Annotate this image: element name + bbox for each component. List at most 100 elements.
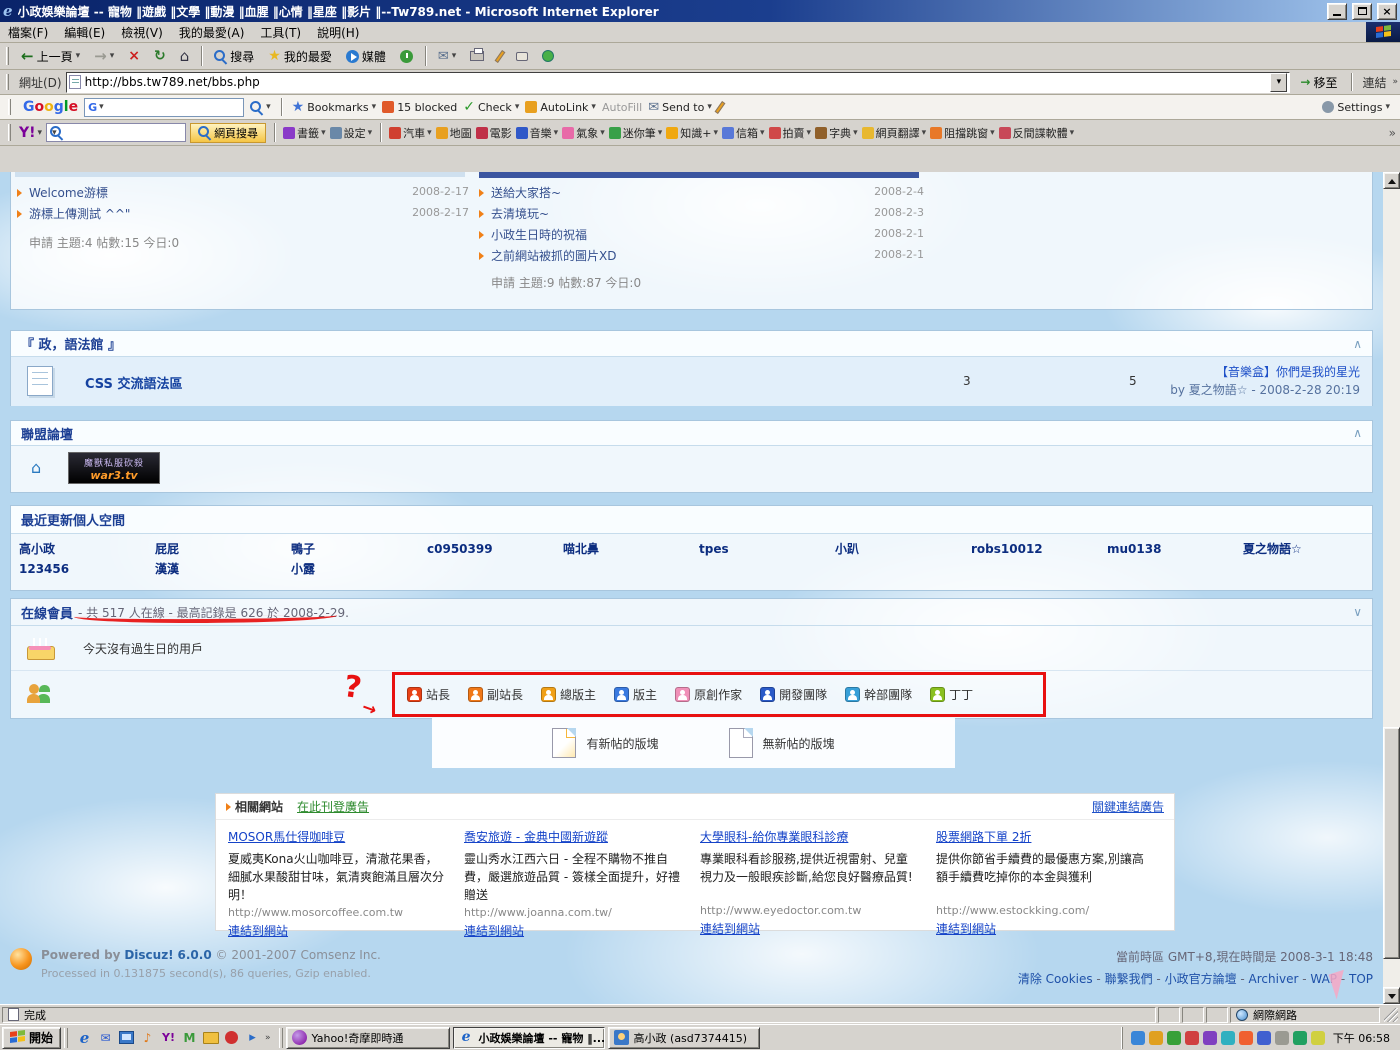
yahoo-item-notepad[interactable]: 迷你筆▾	[609, 125, 663, 141]
task-button-yahoo-messenger[interactable]: Yahoo!奇摩即時通	[286, 1027, 450, 1049]
quicklaunch-media-player-icon[interactable]: ♪	[139, 1029, 156, 1046]
address-dropdown-button[interactable]: ▾	[1270, 73, 1287, 92]
forward-button[interactable]: → ▾	[88, 46, 120, 67]
links-chevron-icon[interactable]: »	[1392, 77, 1398, 87]
member-link[interactable]: 小趴	[835, 539, 963, 559]
yahoo-item-mail[interactable]: 信箱▾	[722, 125, 765, 141]
google-settings-button[interactable]: Settings▾	[1322, 101, 1390, 114]
discuz-link[interactable]: Discuz!	[124, 948, 173, 962]
tray-icon[interactable]	[1311, 1031, 1325, 1045]
quicklaunch-mail-icon[interactable]: ✉	[97, 1029, 114, 1046]
ad-title-link[interactable]: 股票網路下單 2折	[936, 828, 1152, 845]
google-bookmarks-button[interactable]: ★Bookmarks▾	[292, 100, 377, 114]
archiver-link[interactable]: Archiver	[1249, 972, 1299, 986]
forward-dropdown-icon[interactable]: ▾	[110, 51, 115, 61]
ad-title-link[interactable]: 大學眼科-給你專業眼科診療	[700, 828, 916, 845]
minimize-button[interactable]	[1327, 3, 1347, 20]
history-button[interactable]	[394, 47, 419, 66]
member-link[interactable]: 123456	[19, 559, 147, 579]
quicklaunch-folder-icon[interactable]	[202, 1029, 219, 1046]
back-dropdown-icon[interactable]: ▾	[76, 51, 81, 61]
yahoo-item-knowledge[interactable]: 知識+▾	[666, 125, 718, 141]
scrollbar-thumb[interactable]	[1383, 727, 1400, 959]
menu-favorites[interactable]: 我的最愛(A)	[171, 22, 253, 43]
ad-visit-link[interactable]: 連結到網站	[700, 922, 760, 936]
yahoo-item-auctions[interactable]: 拍賣▾	[769, 125, 812, 141]
ad-title-link[interactable]: 喬安旅遊 - 金典中國新遊蹤	[464, 828, 680, 845]
yahoo-item-autos[interactable]: 汽車▾	[389, 125, 432, 141]
member-link[interactable]: robs10012	[971, 539, 1099, 559]
member-link[interactable]: 漢漢	[155, 559, 283, 579]
home-button[interactable]: ⌂	[174, 46, 196, 67]
tray-icon[interactable]	[1203, 1031, 1217, 1045]
google-popup-blocker-button[interactable]: 15 blocked	[382, 101, 457, 114]
go-button[interactable]: → 移至	[1294, 73, 1343, 92]
toolbar-grip[interactable]	[6, 74, 9, 91]
tray-icon[interactable]	[1167, 1031, 1181, 1045]
toolbar-grip[interactable]	[6, 47, 9, 65]
tray-icon[interactable]	[1275, 1031, 1289, 1045]
vertical-scrollbar[interactable]	[1383, 172, 1400, 1004]
tray-icon[interactable]	[1185, 1031, 1199, 1045]
quicklaunch-ie-icon[interactable]: e	[76, 1029, 93, 1046]
contact-link[interactable]: 聯繫我們	[1105, 972, 1153, 986]
thread-link[interactable]: 去清境玩~	[491, 207, 549, 221]
google-search-dropdown-icon[interactable]: ▾	[99, 102, 104, 112]
media-button[interactable]: 媒體	[340, 45, 392, 68]
google-spellcheck-button[interactable]: ✓Check▾	[463, 100, 519, 114]
member-link[interactable]: 夏之物語☆	[1243, 539, 1371, 559]
mail-button[interactable]: ✉ ▾	[432, 47, 462, 66]
yahoo-item-dictionary[interactable]: 字典▾	[815, 125, 858, 141]
address-input[interactable]: http://bbs.tw789.net/bbs.php ▾	[66, 72, 1291, 93]
tray-icon[interactable]	[1239, 1031, 1253, 1045]
collapse-icon[interactable]: ∧	[1353, 337, 1362, 351]
post-ad-link[interactable]: 在此刊登廣告	[297, 798, 369, 815]
thread-link[interactable]: 送給大家搭~	[491, 186, 561, 200]
edit-button[interactable]	[492, 47, 508, 66]
back-button[interactable]: ← 上一頁 ▾	[15, 45, 86, 68]
yahoo-logo[interactable]: Y!▾	[19, 125, 42, 141]
start-button[interactable]: 開始	[2, 1027, 61, 1049]
alliance-banner[interactable]: 魔獸私服砍殺 war3.tv	[68, 452, 160, 484]
google-search-input[interactable]	[106, 101, 248, 113]
quicklaunch-show-desktop-icon[interactable]	[118, 1029, 135, 1046]
yahoo-search-input[interactable]	[59, 127, 201, 139]
refresh-button[interactable]: ↻	[148, 46, 172, 66]
resize-grip[interactable]	[1384, 1008, 1398, 1022]
member-link[interactable]: 鴨子	[291, 539, 419, 559]
discuss-button[interactable]	[510, 49, 534, 64]
menu-help[interactable]: 說明(H)	[309, 22, 367, 43]
maximize-button[interactable]	[1352, 3, 1372, 20]
keyword-ads-link[interactable]: 關鍵連結廣告	[1092, 798, 1164, 815]
mail-dropdown-icon[interactable]: ▾	[452, 51, 457, 61]
thread-link[interactable]: 小政生日時的祝福	[491, 228, 587, 242]
scroll-up-button[interactable]	[1383, 172, 1400, 189]
member-link[interactable]: mu0138	[1107, 539, 1235, 559]
yahoo-item-antispyware[interactable]: 反間諜軟體▾	[999, 125, 1075, 141]
google-search-go-button[interactable]: ▾	[250, 101, 271, 114]
tray-icon[interactable]	[1131, 1031, 1145, 1045]
quicklaunch-msn-icon[interactable]: M	[181, 1029, 198, 1046]
tray-icon[interactable]	[1257, 1031, 1271, 1045]
yahoo-web-search-button[interactable]: 網頁搜尋	[190, 123, 266, 143]
yahoo-search-box[interactable]: ▾	[46, 123, 186, 142]
google-sendto-button[interactable]: ✉Send to▾	[648, 101, 712, 114]
close-button[interactable]: ×	[1377, 3, 1397, 20]
tray-icon[interactable]	[1149, 1031, 1163, 1045]
stop-button[interactable]: ×	[122, 46, 146, 66]
last-post-link[interactable]: 【音樂盒】你們是我的星光	[1216, 365, 1360, 379]
toolbar-overflow-chevron[interactable]: »	[1389, 126, 1396, 140]
member-link[interactable]: 高小政	[19, 539, 147, 559]
yahoo-item-popup-blocker[interactable]: 阻擋跳窗▾	[930, 125, 995, 141]
last-post-by[interactable]: by 夏之物語☆ - 2008-2-28 20:19	[1170, 381, 1360, 399]
member-link[interactable]: 喵北鼻	[563, 539, 691, 559]
thread-link[interactable]: Welcome游標	[29, 186, 108, 200]
menu-file[interactable]: 檔案(F)	[0, 22, 56, 43]
yahoo-item-weather[interactable]: 氣象▾	[562, 125, 605, 141]
print-button[interactable]	[464, 48, 490, 64]
quicklaunch-overflow-chevron[interactable]: »	[265, 1033, 271, 1043]
toolbar-grip[interactable]	[8, 99, 11, 116]
search-button[interactable]: 搜尋	[208, 45, 260, 68]
yahoo-item-bookmarks[interactable]: 書籤▾	[283, 125, 326, 141]
clear-cookies-link[interactable]: 清除 Cookies	[1018, 972, 1093, 986]
